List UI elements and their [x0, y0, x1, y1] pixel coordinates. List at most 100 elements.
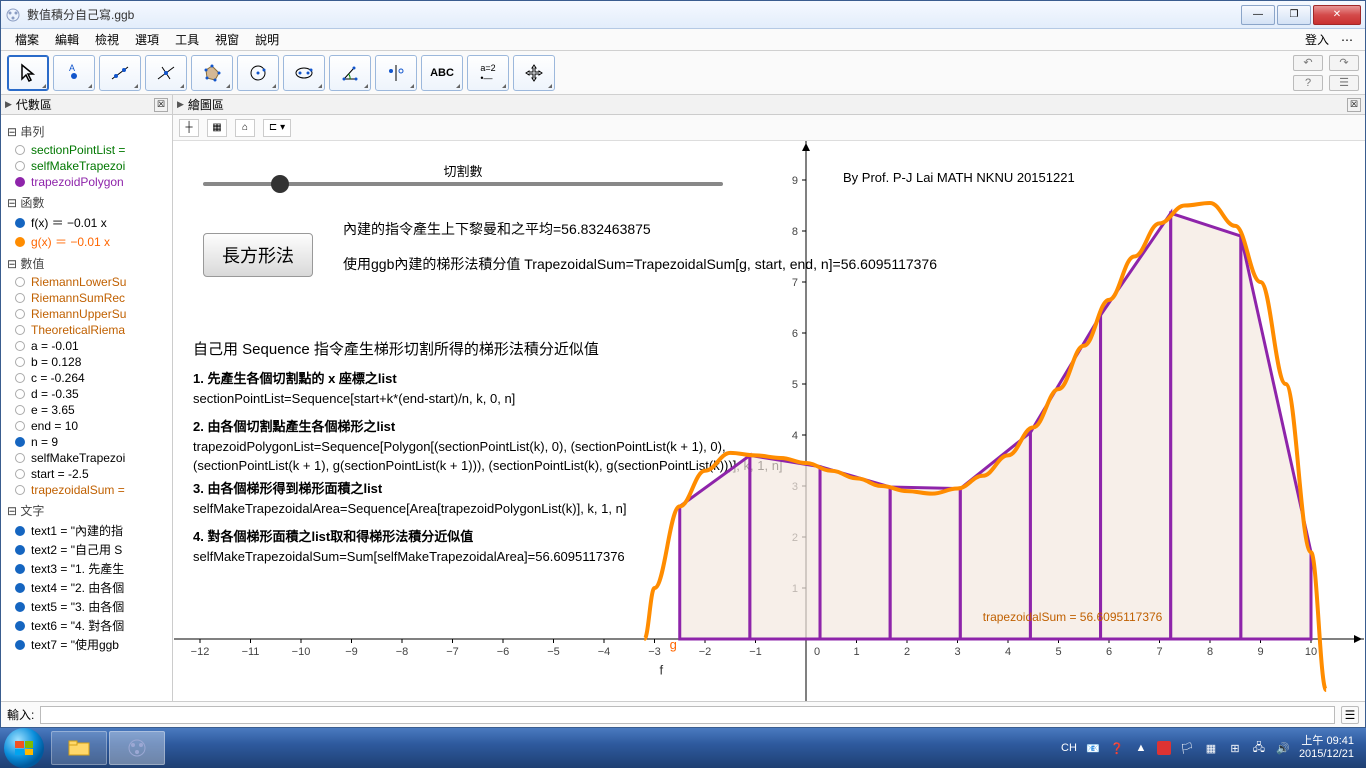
list-item[interactable]: text3 = "1. 先產生 — [3, 559, 170, 578]
algebra-title: 代數區 — [16, 96, 52, 113]
list-item[interactable]: text2 = "自己用 S — [3, 540, 170, 559]
tool-reflect[interactable] — [375, 55, 417, 91]
menu-more[interactable]: ⋯ — [1335, 31, 1359, 49]
menu-options[interactable]: 選項 — [127, 29, 167, 50]
tool-slider[interactable]: a=2•— — [467, 55, 509, 91]
list-item[interactable]: b = 0.128 — [3, 354, 170, 370]
task-geogebra[interactable] — [109, 731, 165, 765]
list-item[interactable]: TheoreticalRiema — [3, 322, 170, 338]
settings-button[interactable]: ☰ — [1329, 75, 1359, 91]
capture-button[interactable]: ⊏ ▾ — [263, 119, 291, 137]
tool-perpendicular[interactable] — [145, 55, 187, 91]
tool-move-view[interactable] — [513, 55, 555, 91]
tool-move[interactable] — [7, 55, 49, 91]
tray-icon[interactable]: 📧 — [1085, 740, 1101, 756]
list-item[interactable]: text4 = "2. 由各個 — [3, 578, 170, 597]
menu-help[interactable]: 說明 — [247, 29, 287, 50]
close-panel-icon[interactable]: ☒ — [154, 98, 168, 112]
list-item[interactable]: RiemannLowerSu — [3, 274, 170, 290]
input-bar: 輸入: ☰ — [1, 701, 1365, 727]
svg-text:6: 6 — [1106, 646, 1112, 658]
list-item[interactable]: a = -0.01 — [3, 338, 170, 354]
tool-text[interactable]: ABC — [421, 55, 463, 91]
maximize-button[interactable]: ❐ — [1277, 5, 1311, 25]
start-button[interactable] — [4, 728, 44, 768]
tray-icon[interactable]: 🏳 — [1179, 740, 1195, 756]
tray-antivirus-icon[interactable] — [1157, 741, 1171, 755]
svg-text:g: g — [670, 637, 677, 652]
list-item[interactable]: start = -2.5 — [3, 466, 170, 482]
help-button[interactable]: ? — [1293, 75, 1323, 91]
svg-text:−3: −3 — [648, 646, 661, 658]
tool-angle[interactable] — [329, 55, 371, 91]
list-item[interactable]: sectionPointList = — [3, 142, 170, 158]
collapse-icon[interactable]: ▶ — [5, 99, 12, 110]
axes-toggle[interactable]: ┼ — [179, 119, 199, 137]
undo-button[interactable]: ↶ — [1293, 55, 1323, 71]
svg-text:4: 4 — [792, 430, 798, 442]
tray-icon[interactable]: ▦ — [1203, 740, 1219, 756]
menu-window[interactable]: 視窗 — [207, 29, 247, 50]
tool-line[interactable] — [99, 55, 141, 91]
list-item[interactable]: e = 3.65 — [3, 402, 170, 418]
input-help-button[interactable]: ☰ — [1341, 706, 1359, 724]
list-item[interactable]: g(x) ＝ −0.01 x — [3, 232, 170, 251]
list-item[interactable]: RiemannSumRec — [3, 290, 170, 306]
svg-text:9: 9 — [1257, 646, 1263, 658]
menu-file[interactable]: 檔案 — [7, 29, 47, 50]
tool-ellipse[interactable] — [283, 55, 325, 91]
svg-text:−1: −1 — [749, 646, 762, 658]
list-item[interactable]: selfMakeTrapezoi — [3, 158, 170, 174]
tray-volume-icon[interactable]: 🔊 — [1275, 740, 1291, 756]
minimize-button[interactable]: — — [1241, 5, 1275, 25]
taskbar: CH 📧 ❓ ▲ 🏳 ▦ ⊞ 🖧 🔊 上午 09:41 2015/12/21 — [0, 728, 1366, 768]
svg-text:5: 5 — [1055, 646, 1061, 658]
cursor-icon — [18, 63, 38, 83]
close-button[interactable]: ✕ — [1313, 5, 1361, 25]
tray-icon[interactable]: ⊞ — [1227, 740, 1243, 756]
task-explorer[interactable] — [51, 731, 107, 765]
list-item[interactable]: d = -0.35 — [3, 386, 170, 402]
list-item[interactable]: f(x) ＝ −0.01 x — [3, 213, 170, 232]
list-item[interactable]: text6 = "4. 對各個 — [3, 616, 170, 635]
svg-text:−9: −9 — [345, 646, 358, 658]
menu-login[interactable]: 登入 — [1299, 29, 1335, 50]
tray-icon[interactable]: ▲ — [1133, 740, 1149, 756]
list-item[interactable]: n = 9 — [3, 434, 170, 450]
list-item[interactable]: trapezoidPolygon — [3, 174, 170, 190]
graphics-panel: ▶ 繪圖區 ☒ ┼ ▦ ⌂ ⊏ ▾ 切割數 長方形法 內建的指令產生上下黎曼和之… — [173, 95, 1365, 701]
menu-edit[interactable]: 編輯 — [47, 29, 87, 50]
point-icon: A — [64, 63, 84, 83]
grid-toggle[interactable]: ▦ — [207, 119, 227, 137]
redo-button[interactable]: ↷ — [1329, 55, 1359, 71]
list-item[interactable]: end = 10 — [3, 418, 170, 434]
list-item[interactable]: RiemannUpperSu — [3, 306, 170, 322]
tool-polygon[interactable] — [191, 55, 233, 91]
tray-network-icon[interactable]: 🖧 — [1251, 740, 1267, 756]
lang-indicator[interactable]: CH — [1061, 742, 1077, 754]
polygon-icon — [202, 63, 222, 83]
clock[interactable]: 上午 09:41 2015/12/21 — [1299, 735, 1354, 761]
menu-tools[interactable]: 工具 — [167, 29, 207, 50]
window-title: 數值積分自己寫.ggb — [27, 6, 1241, 23]
list-item[interactable]: text5 = "3. 由各個 — [3, 597, 170, 616]
graphics-canvas[interactable]: 切割數 長方形法 內建的指令產生上下黎曼和之平均=56.832463875 使用… — [173, 141, 1365, 701]
collapse-icon[interactable]: ▶ — [177, 99, 184, 110]
close-panel-icon[interactable]: ☒ — [1347, 98, 1361, 112]
tray-icon[interactable]: ❓ — [1109, 740, 1125, 756]
list-item[interactable]: text1 = "內建的指 — [3, 521, 170, 540]
list-item[interactable]: selfMakeTrapezoi — [3, 450, 170, 466]
list-item[interactable]: c = -0.264 — [3, 370, 170, 386]
algebra-panel: ▶ 代數區 ☒ ⊟ 串列 sectionPointList = selfMake… — [1, 95, 173, 701]
algebra-tree[interactable]: ⊟ 串列 sectionPointList = selfMakeTrapezoi… — [1, 115, 172, 701]
svg-text:−2: −2 — [699, 646, 712, 658]
folder-icon — [68, 739, 90, 757]
tool-point[interactable]: A — [53, 55, 95, 91]
menu-view[interactable]: 檢視 — [87, 29, 127, 50]
tool-circle[interactable] — [237, 55, 279, 91]
list-item[interactable]: text7 = "使用ggb — [3, 635, 170, 654]
geogebra-icon — [126, 737, 148, 759]
command-input[interactable] — [40, 706, 1335, 724]
list-item[interactable]: trapezoidalSum = — [3, 482, 170, 498]
home-button[interactable]: ⌂ — [235, 119, 255, 137]
